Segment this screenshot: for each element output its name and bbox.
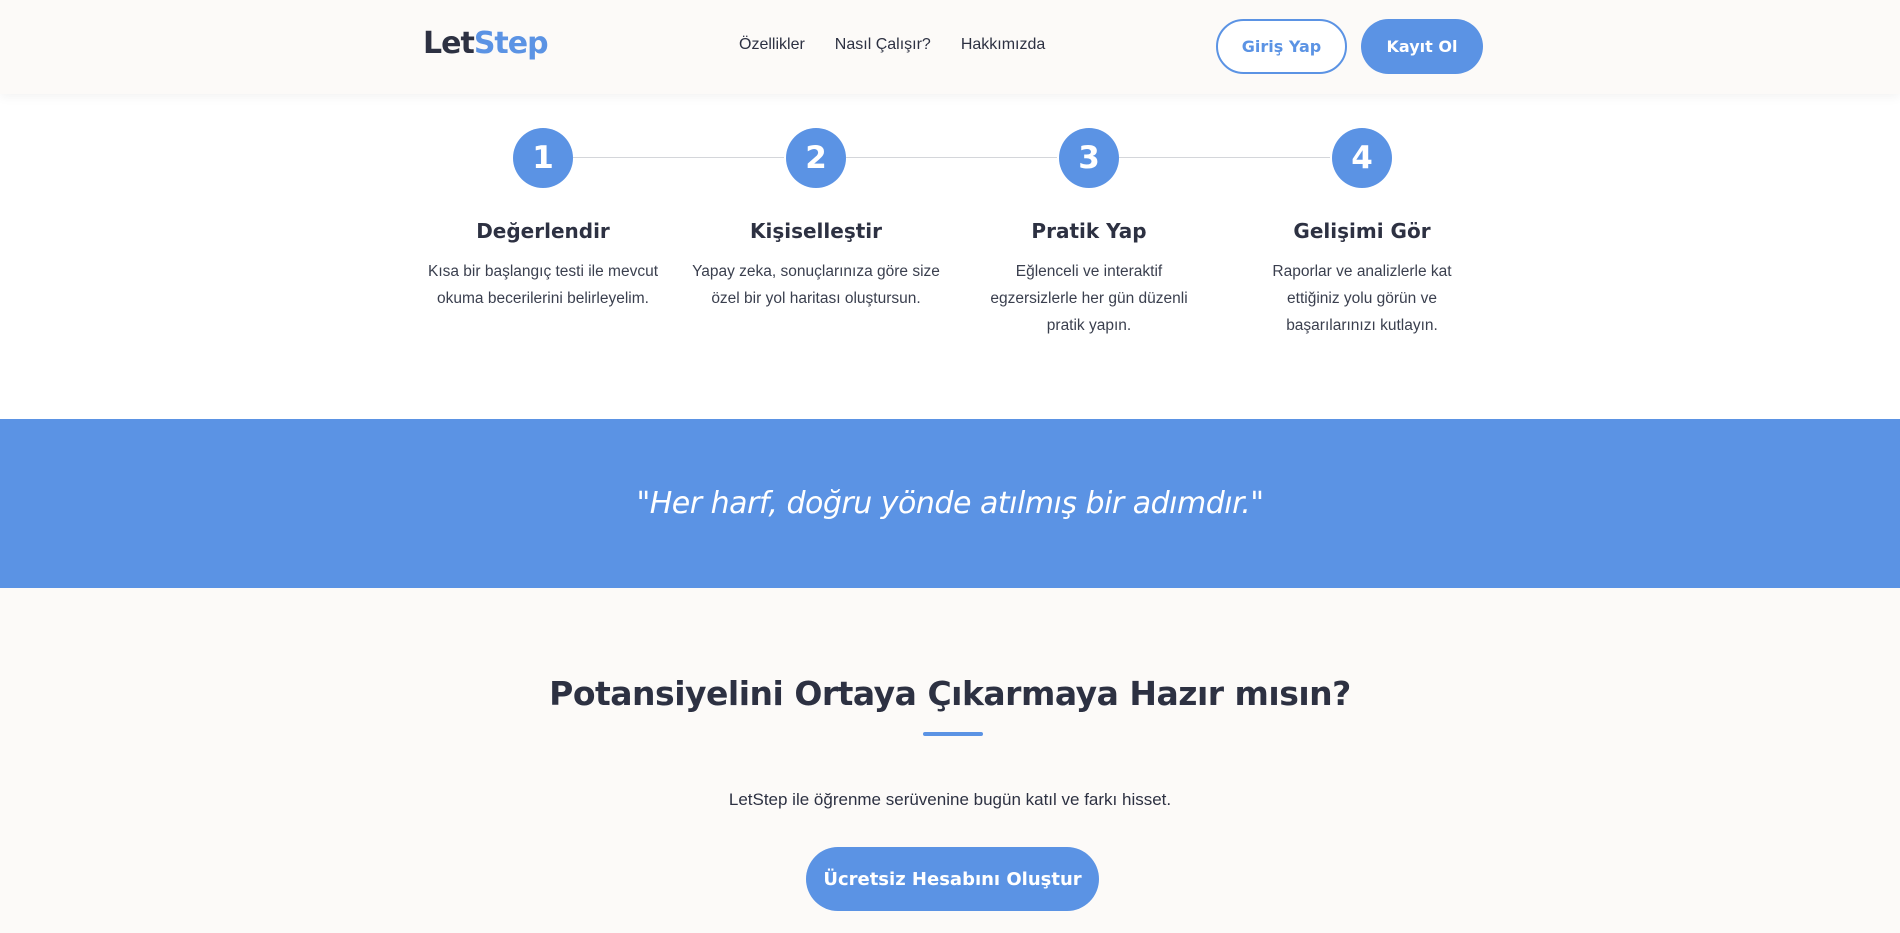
step-description: Yapay zeka, sonuçlarınıza göre size özel… [692,263,940,307]
quote-text: "Her harf, doğru yönde atılmış bir adımd… [636,486,1264,521]
step-description: Raporlar ve analizlerle kat ettiğiniz yo… [1272,263,1452,334]
main-nav: Özellikler Nasıl Çalışır? Hakkımızda [739,36,1045,54]
step-number-badge: 1 [513,128,573,188]
register-button[interactable]: Kayıt Ol [1361,19,1483,74]
step-number-badge: 4 [1332,128,1392,188]
step-card-1: 1 Değerlendir Kısa bir başlangıç testi i… [407,128,679,312]
step-description: Eğlenceli ve interaktif egzersizlerle he… [990,263,1188,334]
quote-banner: "Her harf, doğru yönde atılmış bir adımd… [0,419,1900,588]
logo[interactable]: LetStep [423,26,549,61]
login-button[interactable]: Giriş Yap [1216,19,1347,74]
cta-subtitle: LetStep ile öğrenme serüvenine bugün kat… [728,790,1172,809]
step-title: Değerlendir [476,219,610,243]
step-description: Kısa bir başlangıç testi ile mevcut okum… [427,263,659,307]
step-title: Gelişimi Gör [1293,219,1431,243]
step-card-2: 2 Kişiselleştir Yapay zeka, sonuçlarınız… [680,128,952,312]
nav-link-hakkimizda[interactable]: Hakkımızda [961,36,1045,54]
cta-title-underline [923,732,983,736]
cta-title: Potansiyelini Ortaya Çıkarmaya Hazır mıs… [549,674,1351,713]
site-header: LetStep Özellikler Nasıl Çalışır? Hakkım… [0,0,1900,94]
step-title: Kişiselleştir [749,219,883,243]
nav-link-nasil-calisir[interactable]: Nasıl Çalışır? [835,36,931,54]
logo-part-step: Step [473,26,549,61]
nav-link-ozellikler[interactable]: Özellikler [739,36,805,54]
create-free-account-button[interactable]: Ücretsiz Hesabını Oluştur [806,847,1099,911]
step-title: Pratik Yap [1031,219,1147,243]
logo-part-let: Let [423,26,475,61]
step-card-3: 3 Pratik Yap Eğlenceli ve interaktif egz… [953,128,1225,339]
step-card-4: 4 Gelişimi Gör Raporlar ve analizlerle k… [1226,128,1498,339]
step-number-badge: 2 [786,128,846,188]
step-number-badge: 3 [1059,128,1119,188]
